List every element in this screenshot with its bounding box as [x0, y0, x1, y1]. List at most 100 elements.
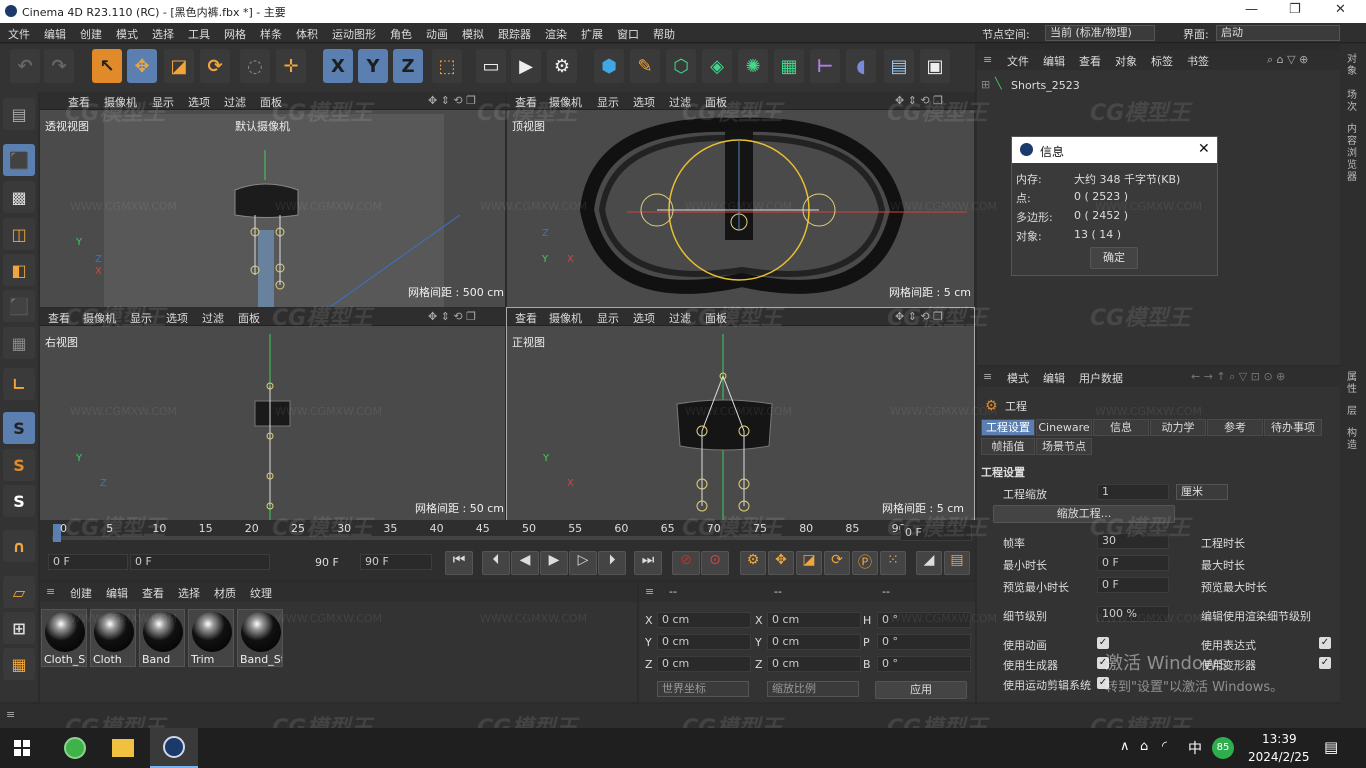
rotate-tool-icon[interactable]: ⟳	[200, 49, 230, 83]
world-coords-select[interactable]: 世界坐标	[657, 681, 749, 697]
goto-start-icon[interactable]: ⏮	[445, 551, 473, 575]
field-icon[interactable]: ◖	[846, 49, 876, 83]
menu-window[interactable]: 窗口	[617, 26, 639, 42]
apply-button[interactable]: 应用	[875, 681, 967, 699]
goto-end-icon[interactable]: ⏭	[634, 551, 662, 575]
pen-icon[interactable]: ✎	[630, 49, 660, 83]
redo-icon[interactable]: ↷	[44, 49, 74, 83]
use-deformers-checkbox[interactable]: ✓	[1319, 657, 1331, 669]
keyframe-sel-icon[interactable]: ⚙	[740, 551, 766, 575]
vp-menu-view[interactable]: 查看	[515, 310, 537, 326]
mat-menu-view[interactable]: 查看	[142, 585, 164, 601]
vp-menu-filter[interactable]: 过滤	[224, 94, 246, 110]
mat-menu-texture[interactable]: 纹理	[250, 585, 272, 601]
browser-icon[interactable]	[64, 737, 86, 759]
model-mode-icon[interactable]: ⬛	[3, 144, 35, 176]
viewport-front[interactable]: 查看 摄像机 显示 选项 过滤 面板 ✥ ⇕ ⟲ ❐ 正视图 Y X 网格间距 …	[506, 307, 975, 521]
clock-time[interactable]: 13:39	[1262, 732, 1297, 746]
fps-field[interactable]: 30	[1097, 533, 1169, 549]
interface-select[interactable]: 启动	[1216, 25, 1340, 41]
menu-tools[interactable]: 工具	[188, 26, 210, 42]
vp-menu-display[interactable]: 显示	[130, 310, 152, 326]
lod-field[interactable]: 100 %	[1097, 606, 1169, 622]
record-icon[interactable]: ⊘	[672, 551, 700, 575]
vp-menu-options[interactable]: 选项	[633, 310, 655, 326]
vp-menu-panel[interactable]: 面板	[260, 94, 282, 110]
tab-objects[interactable]: 对象	[1347, 54, 1359, 78]
menu-render[interactable]: 渲染	[545, 26, 567, 42]
hamburger-icon[interactable]: ≡	[983, 53, 992, 66]
wifi-icon[interactable]: ◜	[1162, 739, 1167, 754]
menu-simulate[interactable]: 模拟	[462, 26, 484, 42]
material-swatch[interactable]: Band	[139, 609, 185, 667]
menu-select[interactable]: 选择	[152, 26, 174, 42]
current-frame-field[interactable]: 0 F	[48, 554, 128, 570]
attr-menu-userdata[interactable]: 用户数据	[1079, 370, 1123, 386]
magnet-icon[interactable]: ∩	[3, 530, 35, 562]
start-icon[interactable]	[14, 740, 30, 756]
key-pos-icon[interactable]: ✥	[768, 551, 794, 575]
key-pla-icon[interactable]: ⁙	[880, 551, 906, 575]
clock-date[interactable]: 2024/2/25	[1248, 750, 1310, 764]
lock-icon[interactable]: ⊞	[3, 612, 35, 644]
vp-menu-panel[interactable]: 面板	[705, 94, 727, 110]
hamburger-icon[interactable]: ≡	[46, 585, 55, 598]
expand-icon[interactable]: ⊞	[981, 78, 990, 91]
key-param-icon[interactable]: Ⓟ	[852, 551, 878, 575]
make-editable-icon[interactable]: ▤	[3, 98, 35, 130]
close-icon[interactable]: ✕	[1335, 2, 1346, 17]
film-icon[interactable]: ▤	[944, 551, 970, 575]
grid-plane-icon[interactable]: ▱	[3, 576, 35, 608]
deformer-icon[interactable]: ⊢	[810, 49, 840, 83]
rot-h-field[interactable]: 0 °	[877, 612, 971, 628]
material-swatch[interactable]: Cloth_St	[41, 609, 87, 667]
workplane-icon[interactable]: S	[3, 485, 35, 517]
tab-cineware[interactable]: Cineware	[1036, 419, 1092, 436]
viewport-top[interactable]: 查看 摄像机 显示 选项 过滤 面板 ✥ ⇕ ⟲ ❐ 顶视图 Z Y X 网格间…	[507, 92, 974, 307]
viewport-right[interactable]: 查看 摄像机 显示 选项 过滤 面板 ✥ ⇕ ⟲ ❐ 右视图 Y Z 网格间距 …	[40, 308, 505, 520]
cloner-icon[interactable]: ✺	[738, 49, 768, 83]
next-key-icon[interactable]: ⏵	[598, 551, 626, 575]
menu-animate[interactable]: 动画	[426, 26, 448, 42]
vp-menu-camera[interactable]: 摄像机	[549, 310, 582, 326]
tab-content-browser[interactable]: 内容浏览器	[1347, 124, 1359, 184]
obj-menu-file[interactable]: 文件	[1007, 53, 1029, 69]
tab-dynamics[interactable]: 动力学	[1150, 419, 1206, 436]
axis-mode-icon[interactable]: ∟	[3, 368, 35, 400]
pos-x-field[interactable]: 0 cm	[657, 612, 751, 628]
tray-chevron-icon[interactable]: ∧	[1120, 739, 1130, 754]
antivirus-badge[interactable]: 85	[1212, 737, 1234, 759]
vp-menu-panel[interactable]: 面板	[238, 310, 260, 326]
vp-menu-camera[interactable]: 摄像机	[104, 94, 137, 110]
menu-create[interactable]: 创建	[80, 26, 102, 42]
menu-extensions[interactable]: 扩展	[581, 26, 603, 42]
material-swatch[interactable]: Trim	[188, 609, 234, 667]
use-animation-checkbox[interactable]: ✓	[1097, 637, 1109, 649]
menu-mesh[interactable]: 网格	[224, 26, 246, 42]
size-x-field[interactable]: 0 cm	[767, 612, 861, 628]
tab-structure[interactable]: 构造	[1347, 428, 1359, 452]
extrude-icon[interactable]: ◈	[702, 49, 732, 83]
z-axis-button[interactable]: Z	[393, 49, 423, 83]
snap-settings-icon[interactable]: S	[3, 449, 35, 481]
timeline-track[interactable]	[52, 536, 900, 540]
subdivision-icon[interactable]: ⬡	[666, 49, 696, 83]
render-view-icon[interactable]: ▭	[476, 49, 506, 83]
recent-tool-icon[interactable]: ◌	[240, 49, 270, 83]
tab-scene-nodes[interactable]: 场景节点	[1036, 438, 1092, 455]
tab-info[interactable]: 信息	[1093, 419, 1149, 436]
tab-project-settings[interactable]: 工程设置	[981, 419, 1035, 436]
ime-indicator[interactable]: 中	[1188, 738, 1202, 758]
size-y-field[interactable]: 0 cm	[767, 634, 861, 650]
preview-min-field[interactable]: 0 F	[1097, 577, 1169, 593]
minimize-icon[interactable]: —	[1245, 2, 1258, 17]
object-row[interactable]: ⊞ ╲ Shorts_2523	[981, 76, 1111, 94]
folder-icon[interactable]	[112, 739, 134, 757]
vp-menu-filter[interactable]: 过滤	[669, 94, 691, 110]
min-time-field[interactable]: 0 F	[1097, 555, 1169, 571]
vp-menu-view[interactable]: 查看	[515, 94, 537, 110]
key-rot-icon[interactable]: ⟳	[824, 551, 850, 575]
mat-menu-create[interactable]: 创建	[70, 585, 92, 601]
rot-p-field[interactable]: 0 °	[877, 634, 971, 650]
scale-project-button[interactable]: 缩放工程...	[993, 505, 1175, 523]
